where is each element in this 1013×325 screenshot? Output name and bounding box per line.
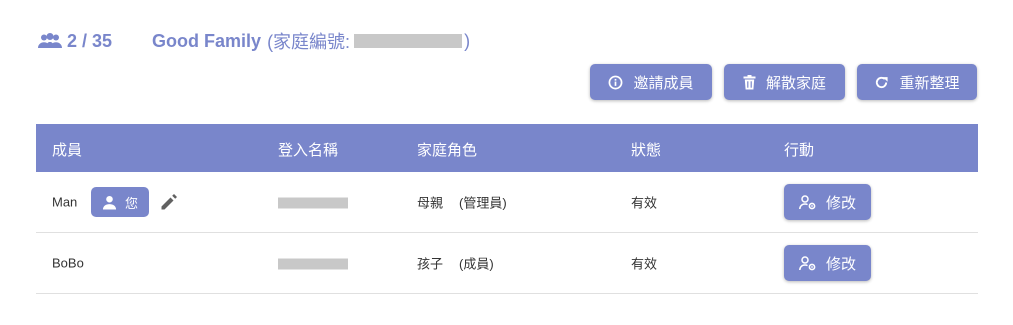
family-id-redacted [354,34,463,48]
table-header: 成員 登入名稱 家庭角色 狀態 行動 [36,124,978,172]
invite-member-label: 邀請成員 [633,74,694,92]
you-badge: 您 [91,187,149,217]
modify-member-button[interactable]: 修改 [784,245,871,281]
family-name: Good Family [152,30,262,51]
family-header: 2 / 35 Good Family (家庭編號: ) [37,28,470,54]
login-name-redacted [278,258,348,270]
column-header-status: 狀態 [631,142,662,159]
modify-member-label: 修改 [825,255,856,273]
table-row: BoBo 孩子 (成員) 有效 修改 [36,233,978,294]
member-status: 有效 [631,256,658,272]
disband-family-label: 解散家庭 [765,74,826,92]
family-title: Good Family (家庭編號: ) [152,28,470,54]
role-name: 母親 [417,195,444,211]
table-row: Man 您 母親 (管理員) 有效 修改 [36,172,978,233]
action-toolbar: 邀請成員 解散家庭 重新整理 [590,64,977,100]
person-icon [102,195,117,210]
invite-member-button[interactable]: 邀請成員 [590,64,712,100]
member-status: 有效 [631,195,658,211]
member-count-text: 2 / 35 [67,30,113,51]
pencil-icon [161,194,177,210]
family-role: 母親 (管理員) [417,193,507,212]
refresh-icon [876,76,889,88]
you-badge-label: 您 [124,195,138,211]
role-type: (成員) [459,256,494,272]
person-gear-icon [799,255,816,270]
family-id-label: (家庭編號: [267,32,351,52]
role-name: 孩子 [417,256,444,272]
group-icon [38,33,62,48]
family-id-close: ) [464,30,471,51]
trash-icon [743,74,756,89]
login-name [278,256,348,271]
refresh-button[interactable]: 重新整理 [857,64,977,100]
members-table: 成員 登入名稱 家庭角色 狀態 行動 Man 您 母親 (管理員) 有效 修改 … [36,124,978,294]
person-gear-icon [799,194,816,209]
info-circle-icon [609,75,623,89]
edit-name-button[interactable] [159,192,179,212]
family-role: 孩子 (成員) [417,254,494,273]
column-header-login: 登入名稱 [278,142,339,159]
member-name: BoBo [52,255,84,271]
login-name [278,195,348,210]
modify-member-label: 修改 [825,194,856,212]
disband-family-button[interactable]: 解散家庭 [724,64,845,100]
member-name: Man [52,194,78,210]
column-header-action: 行動 [784,142,815,159]
column-header-role: 家庭角色 [417,142,478,159]
role-type: (管理員) [459,195,507,211]
member-count: 2 / 35 [37,31,112,52]
column-header-member: 成員 [52,142,83,159]
refresh-label: 重新整理 [899,74,960,92]
modify-member-button[interactable]: 修改 [784,184,871,220]
login-name-redacted [278,197,348,209]
